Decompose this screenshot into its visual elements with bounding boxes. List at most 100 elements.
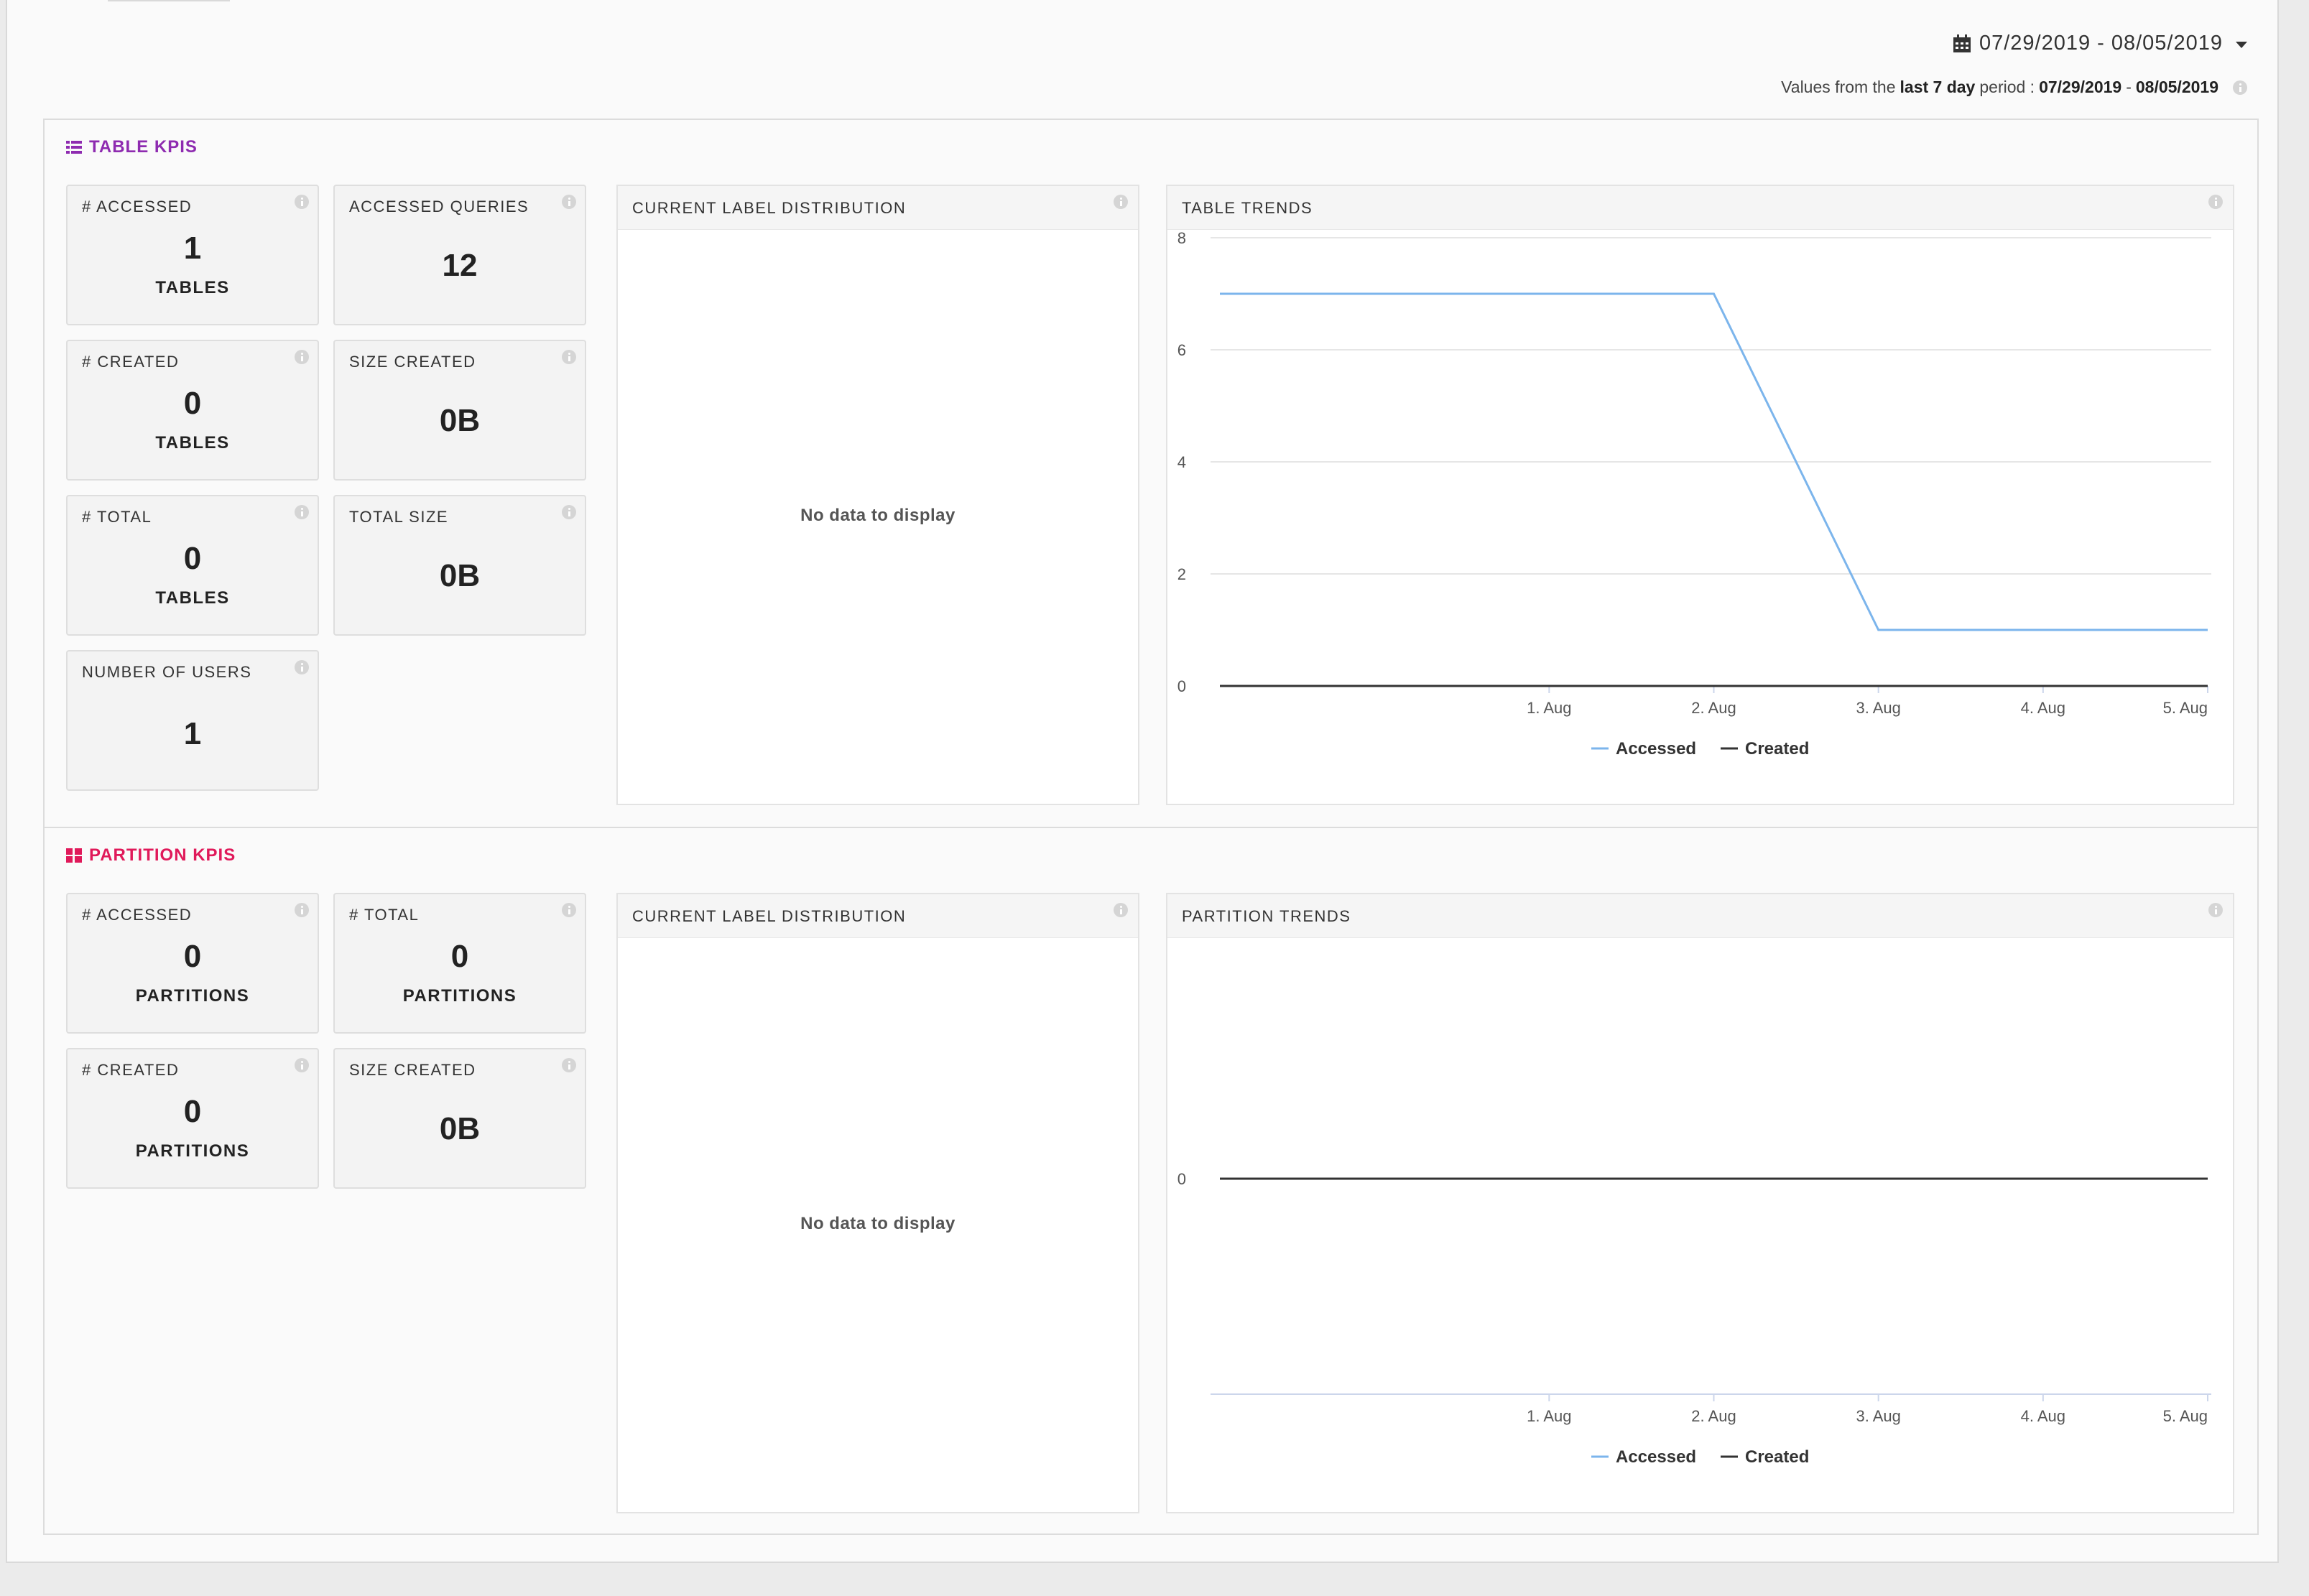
panel-title: CURRENT LABEL DISTRIBUTION <box>632 907 907 925</box>
kpi-card-accessed-tables: # ACCESSED 1 TABLES <box>66 185 319 325</box>
info-icon[interactable] <box>562 195 576 209</box>
x-tick-label: 2. Aug <box>1691 699 1736 717</box>
info-icon[interactable] <box>295 505 309 519</box>
kpi-unit: PARTITIONS <box>135 1141 250 1161</box>
kpi-label: SIZE CREATED <box>349 353 476 371</box>
period-separator: - <box>2126 78 2132 96</box>
x-tick-label: 4. Aug <box>2021 699 2065 717</box>
kpi-label: # TOTAL <box>82 508 152 526</box>
period-length: last 7 day <box>1900 78 1976 96</box>
tab-edge <box>108 0 230 1</box>
table-kpis-section: TABLE KPIS # ACCESSED 1 TABLES ACCESSED … <box>45 120 2257 828</box>
partition-kpis-section: PARTITION KPIS # ACCESSED 0 PARTITIONS #… <box>45 828 2257 1534</box>
info-icon[interactable] <box>295 195 309 209</box>
kpi-label: ACCESSED QUERIES <box>349 198 529 215</box>
y-tick-label: 0 <box>1177 677 1186 695</box>
info-icon[interactable] <box>1114 195 1128 209</box>
table-trends-chart: 0 2 4 6 8 1. Aug 2. Aug 3. Aug 4. Aug 5. Aug Acces… <box>1177 229 2211 758</box>
info-icon[interactable] <box>562 350 576 364</box>
kpi-unit: TABLES <box>155 433 230 453</box>
y-tick-label: 8 <box>1177 229 1186 247</box>
y-tick-label: 0 <box>1177 1170 1186 1188</box>
x-tick-label: 2. Aug <box>1691 1407 1736 1425</box>
label-distribution-panel: CURRENT LABEL DISTRIBUTION No data to di… <box>616 893 1139 1513</box>
y-tick-label: 4 <box>1177 453 1186 471</box>
x-tick-label: 3. Aug <box>1856 699 1900 717</box>
kpi-card-size-created: SIZE CREATED 0B <box>333 340 586 481</box>
panel-title: CURRENT LABEL DISTRIBUTION <box>632 199 907 217</box>
kpi-card-number-of-users: NUMBER OF USERS 1 <box>66 650 319 791</box>
date-range-picker[interactable]: 07/29/2019 - 08/05/2019 <box>1952 32 2247 55</box>
info-icon[interactable] <box>562 903 576 917</box>
x-tick-label: 3. Aug <box>1856 1407 1900 1425</box>
kpi-card-total-tables: # TOTAL 0 TABLES <box>66 495 319 636</box>
kpi-label: # TOTAL <box>349 906 420 924</box>
label-distribution-panel: CURRENT LABEL DISTRIBUTION No data to di… <box>616 185 1139 805</box>
kpi-label: # CREATED <box>82 1061 180 1079</box>
kpi-unit: PARTITIONS <box>402 986 517 1006</box>
partition-trends-chart: 0 1. Aug 2. Aug 3. Aug 4. Aug 5. Aug Accessed C… <box>1177 1170 2211 1467</box>
grid-icon <box>66 848 82 863</box>
period-prefix: Values from the <box>1781 78 1896 96</box>
info-icon[interactable] <box>295 350 309 364</box>
kpi-value: 0 <box>183 541 202 576</box>
info-icon[interactable] <box>295 903 309 917</box>
panel-title: TABLE TRENDS <box>1182 199 1313 217</box>
period-mid: period : <box>1979 78 2035 96</box>
partition-trends-panel: PARTITION TRENDS 0 1. Aug 2. Aug 3. Aug 4. A… <box>1166 893 2234 1513</box>
section-title-text: PARTITION KPIS <box>89 845 236 865</box>
kpi-unit: TABLES <box>155 588 230 608</box>
panel-title: PARTITION TRENDS <box>1182 907 1351 925</box>
no-data-message: No data to display <box>800 506 955 525</box>
kpi-container: TABLE KPIS # ACCESSED 1 TABLES ACCESSED … <box>43 119 2259 1535</box>
calendar-icon <box>1952 34 1972 54</box>
kpi-card-created-partitions: # CREATED 0 PARTITIONS <box>66 1048 319 1189</box>
kpi-card-accessed-queries: ACCESSED QUERIES 12 <box>333 185 586 325</box>
table-trends-panel: TABLE TRENDS 0 2 4 6 8 1. Aug 2. Aug 3. Aug 4. A… <box>1166 185 2234 805</box>
kpi-unit: PARTITIONS <box>135 986 250 1006</box>
kpi-label: NUMBER OF USERS <box>82 663 252 681</box>
info-icon[interactable] <box>295 660 309 674</box>
kpi-value: 0 <box>183 386 202 421</box>
kpi-value: 0B <box>439 403 481 438</box>
y-tick-label: 6 <box>1177 341 1186 359</box>
list-icon <box>66 141 82 154</box>
no-data-message: No data to display <box>800 1214 955 1233</box>
kpi-card-total-partitions: # TOTAL 0 PARTITIONS <box>333 893 586 1034</box>
kpi-value: 1 <box>183 716 202 751</box>
info-icon[interactable] <box>2233 80 2247 95</box>
kpi-value: 0B <box>439 558 481 593</box>
section-title-text: TABLE KPIS <box>89 137 198 157</box>
kpi-value: 0B <box>439 1111 481 1146</box>
x-tick-label: 1. Aug <box>1527 1407 1571 1425</box>
table-kpis-title: TABLE KPIS <box>66 137 198 157</box>
info-icon[interactable] <box>562 505 576 519</box>
kpi-card-accessed-partitions: # ACCESSED 0 PARTITIONS <box>66 893 319 1034</box>
kpi-value: 0 <box>183 1094 202 1129</box>
legend-item-accessed[interactable]: Accessed <box>1616 1447 1696 1467</box>
legend-item-created[interactable]: Created <box>1745 739 1809 758</box>
kpi-label: TOTAL SIZE <box>349 508 449 526</box>
kpi-dashboard: 07/29/2019 - 08/05/2019 Values from the … <box>6 0 2279 1563</box>
x-tick-label: 5. Aug <box>2163 699 2208 717</box>
date-range-value: 07/29/2019 - 08/05/2019 <box>1979 32 2223 55</box>
info-icon[interactable] <box>2208 195 2223 209</box>
x-tick-label: 1. Aug <box>1527 699 1571 717</box>
panel-header <box>1167 186 2233 230</box>
kpi-label: # ACCESSED <box>82 906 193 924</box>
info-icon[interactable] <box>295 1058 309 1072</box>
chevron-down-icon <box>2236 42 2247 48</box>
info-icon[interactable] <box>2208 903 2223 917</box>
info-icon[interactable] <box>562 1058 576 1072</box>
legend-item-accessed[interactable]: Accessed <box>1616 739 1696 758</box>
y-tick-label: 2 <box>1177 565 1186 583</box>
period-end: 08/05/2019 <box>2135 78 2218 96</box>
kpi-card-created-tables: # CREATED 0 TABLES <box>66 340 319 481</box>
period-note: Values from the last 7 day period : 07/2… <box>1781 78 2247 97</box>
kpi-card-size-created: SIZE CREATED 0B <box>333 1048 586 1189</box>
legend-item-created[interactable]: Created <box>1745 1447 1809 1467</box>
kpi-label: # ACCESSED <box>82 198 193 215</box>
kpi-label: # CREATED <box>82 353 180 371</box>
x-tick-label: 5. Aug <box>2163 1407 2208 1425</box>
info-icon[interactable] <box>1114 903 1128 917</box>
